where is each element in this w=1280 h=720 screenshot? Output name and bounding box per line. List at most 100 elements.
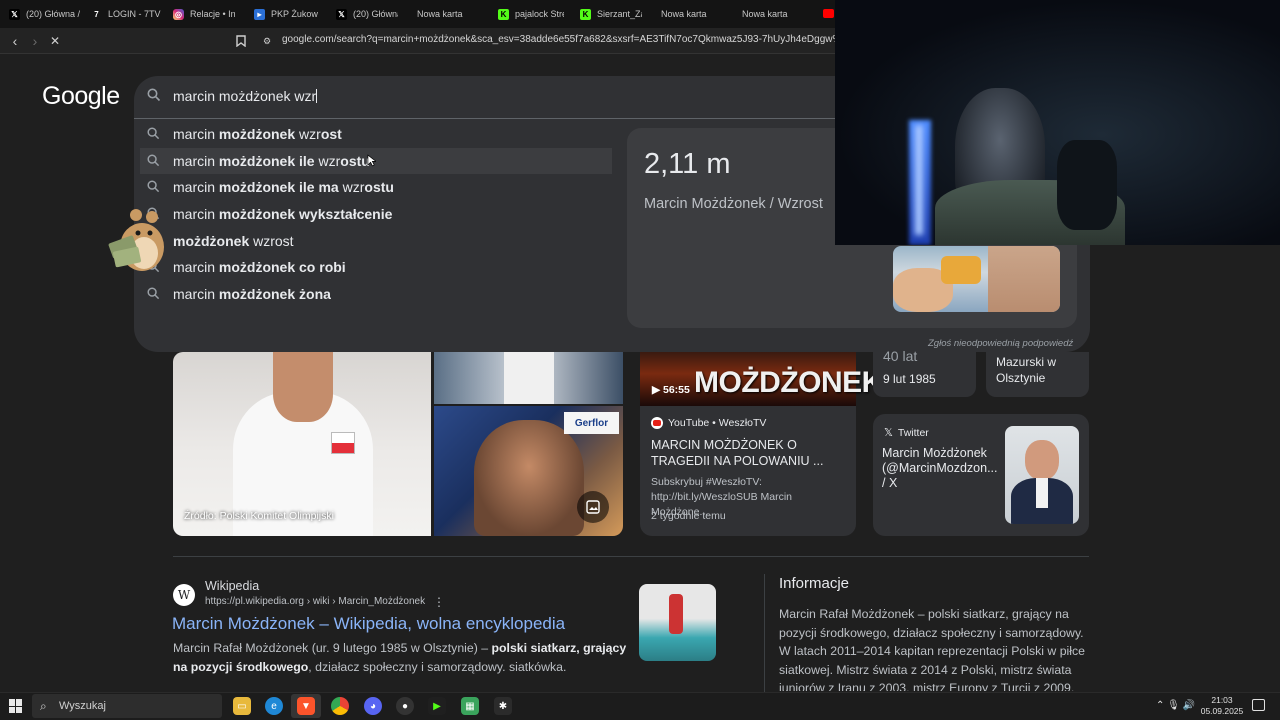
tab-4[interactable]: ▸ PKP Żukowo xyxy=(254,4,318,24)
search-input[interactable]: marcin możdżonek wzr xyxy=(173,88,318,104)
video-title[interactable]: MARCIN MOŻDŻONEK O TRAGEDII NA POLOWANIU… xyxy=(651,437,847,469)
image-gallery-icon[interactable] xyxy=(577,491,609,523)
tab-label: pajalock Strea xyxy=(515,9,564,19)
suggestion-rest: wzr xyxy=(295,126,321,142)
forward-button[interactable]: › xyxy=(26,32,44,50)
7tv-icon: 7 xyxy=(94,9,99,19)
google-logo[interactable]: Google xyxy=(42,82,120,111)
info-text: Marcin Rafał Możdżonek – polski siatkarz… xyxy=(779,607,1085,691)
twitter-title[interactable]: Marcin Możdżonek (@MarcinMozdzon... / X xyxy=(882,446,1000,491)
clock-date: 05.09.2025 xyxy=(1200,706,1244,716)
suggestion-rest: wzr xyxy=(338,179,365,195)
url-field[interactable]: google.com/search?q=marcin+możdżonek&sca… xyxy=(282,34,887,45)
wiki-result-title[interactable]: Marcin Możdżonek – Wikipedia, wolna ency… xyxy=(172,614,565,634)
tab-6[interactable]: Nowa karta xyxy=(417,4,479,24)
suggestion-item[interactable]: marcin możdżonek ile wzrostu xyxy=(140,148,612,174)
suggestion-plain: marcin xyxy=(173,126,219,142)
suggestion-item[interactable]: marcin możdżonek żona xyxy=(140,281,612,307)
answer-label[interactable]: Marcin Możdżonek / Wzrost xyxy=(644,196,823,212)
kick-icon: K xyxy=(498,8,509,20)
twitter-profile-image[interactable] xyxy=(1005,426,1079,524)
file-explorer-icon[interactable]: ▭ xyxy=(233,697,251,715)
answer-image[interactable] xyxy=(893,246,1060,312)
suggestion-bold: możdżonek ile xyxy=(218,153,315,169)
wiki-snippet-post: , działacz społeczny i samorządowy. siat… xyxy=(308,660,567,674)
tab-label: Nowa karta xyxy=(417,9,463,19)
tab-9[interactable]: Nowa karta xyxy=(661,4,723,24)
wiki-site-name[interactable]: Wikipedia xyxy=(205,579,259,593)
notification-icon[interactable] xyxy=(1252,699,1265,711)
youtube-icon[interactable] xyxy=(823,9,834,18)
extra-app-icon[interactable]: ✱ xyxy=(494,697,512,715)
stop-loading-button[interactable]: ✕ xyxy=(46,32,64,50)
taskbar-search-text: Wyszukaj xyxy=(59,700,106,712)
edge-icon[interactable]: e xyxy=(265,697,283,715)
tab-label: (20) Główna / xyxy=(26,9,81,19)
tab-1[interactable]: 𝕏 (20) Główna / xyxy=(9,4,81,24)
wikipedia-icon: W xyxy=(173,584,195,606)
search-icon xyxy=(147,88,161,102)
suggestion-text: marcin możdżonek ile ma wzrostu xyxy=(173,179,394,195)
discord-icon[interactable]: ◕ xyxy=(364,697,382,715)
tab-2[interactable]: 7 LOGIN - 7TV xyxy=(91,4,163,24)
suggestion-item[interactable]: marcin możdżonek wykształcenie xyxy=(140,201,612,227)
back-button[interactable]: ‹ xyxy=(6,32,24,50)
kick-app-icon[interactable]: ▶ xyxy=(428,697,446,715)
suggestion-text: marcin możdżonek ile wzrostu xyxy=(173,153,370,169)
tab-3[interactable]: ◎ Relacje • Insta xyxy=(173,4,235,24)
fact-birthplace-text: Mazurski w Olsztynie xyxy=(996,355,1057,385)
report-suggestion-link[interactable]: Zgłoś nieodpowiednią podpowiedź xyxy=(928,338,1073,349)
suggestion-text: marcin możdżonek wzrost xyxy=(173,126,342,142)
tab-label: Nowa karta xyxy=(742,9,788,19)
bookmark-icon[interactable] xyxy=(232,32,250,50)
spreadsheet-app-icon[interactable]: ▦ xyxy=(461,697,479,715)
obs-icon[interactable]: ● xyxy=(396,697,414,715)
site-settings-icon[interactable]: ⚙ xyxy=(258,32,276,50)
system-tray[interactable]: ⌃ 🎙 🔊 xyxy=(1156,700,1195,711)
tab-5[interactable]: 𝕏 (20) Główna / xyxy=(336,4,398,24)
video-source: YouTube • WeszłoTV xyxy=(651,417,766,429)
suggestion-plain: marcin xyxy=(173,153,219,169)
wiki-url[interactable]: https://pl.wikipedia.org › wiki › Marcin… xyxy=(205,596,425,607)
suggestion-text: marcin możdżonek żona xyxy=(173,286,331,302)
fact-card-birthplace[interactable]: Mazurski w Olsztynie xyxy=(986,352,1089,397)
pkp-icon: ▸ xyxy=(254,8,265,20)
x-icon: 𝕏 xyxy=(884,427,893,439)
suggestion-plain: marcin xyxy=(173,179,219,195)
tab-8[interactable]: K Sierzant_Zako xyxy=(580,4,642,24)
clock[interactable]: 21:03 05.09.2025 xyxy=(1200,695,1244,717)
result-image-main[interactable] xyxy=(173,352,431,536)
wiki-snippet: Marcin Rafał Możdżonek (ur. 9 lutego 198… xyxy=(173,639,628,677)
video-date: 2 tygodnie temu xyxy=(651,510,726,522)
fact-card-age[interactable]: 40 lat 9 lut 1985 xyxy=(873,348,976,397)
suggestion-item[interactable]: marcin możdżonek wzrost xyxy=(140,121,612,147)
tab-label: (20) Główna / xyxy=(353,9,398,19)
video-thumb-title: MOŻDŻONEK xyxy=(694,366,883,399)
fact-age-value: 40 lat xyxy=(883,348,918,364)
video-source-text: YouTube • WeszłoTV xyxy=(668,417,767,429)
tab-label: LOGIN - 7TV xyxy=(108,9,161,19)
windows-start-icon[interactable] xyxy=(9,699,23,713)
tab-10[interactable]: Nowa karta xyxy=(742,4,804,24)
suggestion-item[interactable]: marcin możdżonek ile ma wzrostu xyxy=(140,174,612,200)
suggestion-rest: wzrost xyxy=(249,233,294,249)
suggestion-item[interactable]: możdżonek wzrost xyxy=(140,228,612,254)
chrome-icon[interactable] xyxy=(331,697,349,715)
suggestion-rest-bold: ostu xyxy=(364,179,394,195)
search-icon xyxy=(147,127,160,140)
wiki-thumbnail[interactable] xyxy=(639,584,716,661)
search-icon xyxy=(147,154,160,167)
x-icon: 𝕏 xyxy=(9,8,20,20)
suggestion-bold: możdżonek wykształcenie xyxy=(218,206,393,222)
suggestion-bold: możdżonek żona xyxy=(218,286,331,302)
more-options-icon[interactable]: ⋮ xyxy=(433,595,445,609)
suggestion-item[interactable]: marcin możdżonek co robi xyxy=(140,254,612,280)
suggestion-text: możdżonek wzrost xyxy=(173,233,294,249)
suggestion-bold: możdżonek xyxy=(218,126,296,142)
tab-7[interactable]: K pajalock Strea xyxy=(498,4,564,24)
brave-icon[interactable]: ▼ xyxy=(297,697,315,715)
tab-label: Nowa karta xyxy=(661,9,707,19)
text-cursor xyxy=(316,89,318,103)
info-panel-border xyxy=(764,574,765,692)
result-image-top[interactable] xyxy=(434,352,623,404)
